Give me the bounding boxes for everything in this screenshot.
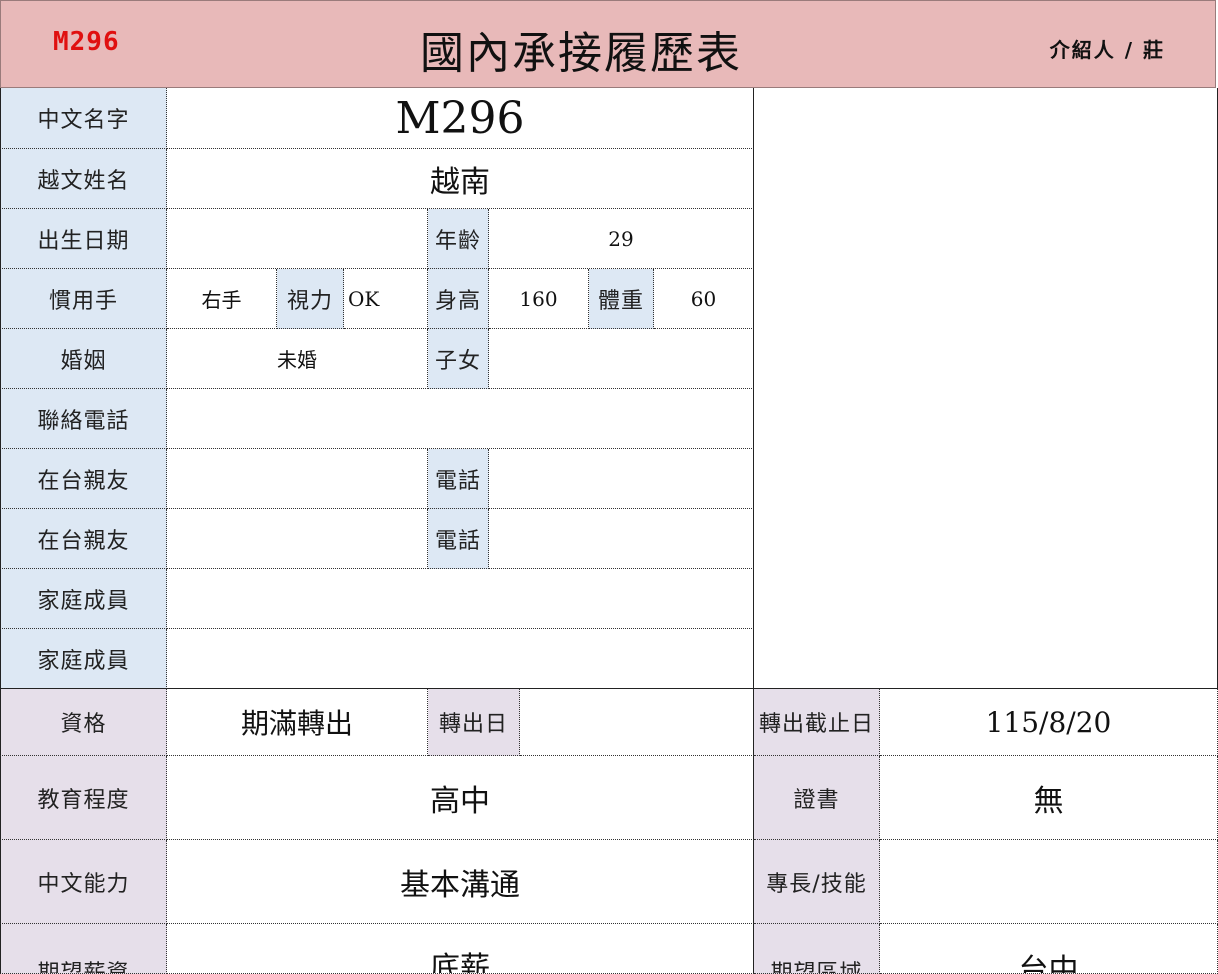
label-relatives-1: 在台親友 [0, 449, 167, 509]
header-bar: M296 國內承接履歷表 介紹人 / 莊 [0, 0, 1216, 88]
value-chinese-ability: 基本溝通 [167, 840, 754, 924]
label-chinese-ability: 中文能力 [0, 840, 167, 924]
value-children [489, 329, 754, 389]
label-children: 子女 [428, 329, 489, 389]
label-height: 身高 [428, 269, 489, 329]
label-skills: 專長/技能 [754, 840, 880, 924]
label-chinese-name: 中文名字 [0, 88, 167, 149]
value-family-2 [167, 629, 754, 689]
value-qualification: 期滿轉出 [167, 689, 428, 756]
value-relatives-2 [167, 509, 428, 569]
value-transfer-date [520, 689, 754, 756]
value-contact-phone [167, 389, 754, 449]
value-weight: 60 [654, 269, 754, 329]
value-marriage: 未婚 [167, 329, 428, 389]
value-handedness: 右手 [167, 269, 277, 329]
photo-area [754, 88, 1218, 689]
value-education: 高中 [167, 756, 754, 840]
value-relatives-1 [167, 449, 428, 509]
label-handedness: 慣用手 [0, 269, 167, 329]
label-qualification: 資格 [0, 689, 167, 756]
page-title: 國內承接履歷表 [420, 28, 742, 79]
label-certificate: 證書 [754, 756, 880, 840]
label-expected-area: 期望區域 [754, 924, 880, 974]
label-viet-name: 越文姓名 [0, 149, 167, 209]
value-skills [880, 840, 1218, 924]
value-certificate: 無 [880, 756, 1218, 840]
label-relatives-2: 在台親友 [0, 509, 167, 569]
value-height: 160 [489, 269, 589, 329]
label-age: 年齡 [428, 209, 489, 269]
value-birth-date [167, 209, 428, 269]
label-education: 教育程度 [0, 756, 167, 840]
value-phone-2 [489, 509, 754, 569]
label-marriage: 婚姻 [0, 329, 167, 389]
label-expected-salary: 期望薪資 [0, 924, 167, 974]
value-chinese-name: M296 [167, 88, 754, 149]
value-family-1 [167, 569, 754, 629]
label-family-1: 家庭成員 [0, 569, 167, 629]
label-eyesight: 視力 [277, 269, 344, 329]
label-phone-2: 電話 [428, 509, 489, 569]
value-expected-salary: 底薪 [167, 924, 754, 974]
value-age: 29 [489, 209, 754, 269]
value-viet-name: 越南 [167, 149, 754, 209]
value-transfer-deadline: 115/8/20 [880, 689, 1218, 756]
value-phone-1 [489, 449, 754, 509]
label-transfer-date: 轉出日 [428, 689, 520, 756]
label-contact-phone: 聯絡電話 [0, 389, 167, 449]
label-transfer-deadline: 轉出截止日 [754, 689, 880, 756]
value-expected-area: 台中 [880, 924, 1218, 974]
label-birth-date: 出生日期 [0, 209, 167, 269]
label-family-2: 家庭成員 [0, 629, 167, 689]
label-phone-1: 電話 [428, 449, 489, 509]
referrer: 介紹人 / 莊 [1049, 38, 1165, 62]
label-weight: 體重 [589, 269, 654, 329]
value-eyesight: OK [344, 269, 428, 329]
resume-table: 中文名字 M296 越文姓名 越南 出生日期 年齡 29 慣用手 右手 視力 O… [0, 88, 1218, 974]
